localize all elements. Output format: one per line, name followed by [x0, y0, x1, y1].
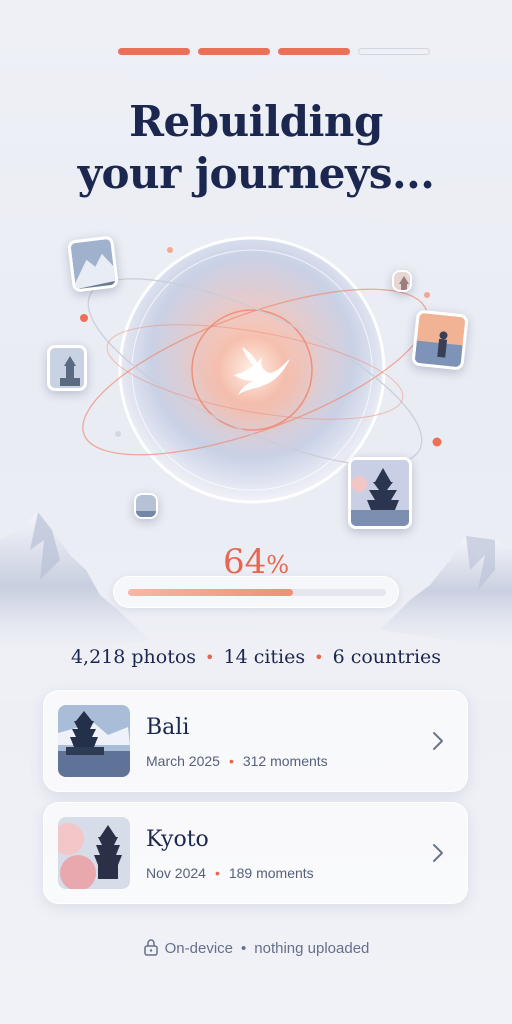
page-title: Rebuilding your journeys...	[0, 96, 512, 200]
step-2-complete	[198, 48, 270, 55]
trip-date: Nov 2024	[146, 865, 206, 881]
trip-thumbnail-kyoto	[58, 817, 130, 889]
trip-card-kyoto[interactable]: Kyoto Nov 2024 • 189 moments	[43, 802, 468, 904]
title-line-1: Rebuilding	[129, 97, 383, 146]
stats-summary: 4,218 photos • 14 cities • 6 countries	[0, 646, 512, 668]
trip-moments: 189 moments	[228, 865, 314, 881]
floating-photo-tiny	[134, 493, 158, 519]
orb-illustration	[40, 220, 480, 540]
title-line-2: your journeys...	[77, 149, 435, 198]
step-4-pending	[358, 48, 430, 55]
floating-photo-pagoda	[348, 457, 412, 529]
trip-moments: 312 moments	[242, 753, 328, 769]
trip-date: March 2025	[146, 753, 220, 769]
progress-bar	[113, 576, 399, 608]
progress-symbol: %	[266, 551, 290, 579]
trip-thumbnail-bali	[58, 705, 130, 777]
progress-track	[128, 589, 386, 596]
stat-separator: •	[314, 648, 324, 667]
floating-photo-temple-small	[47, 345, 87, 391]
step-1-complete	[118, 48, 190, 55]
meta-separator: •	[228, 753, 234, 769]
trip-name: Kyoto	[146, 827, 209, 852]
stat-photos: 4,218 photos	[70, 646, 197, 668]
lock-icon	[143, 939, 158, 956]
privacy-left: On-device	[164, 940, 233, 957]
privacy-note: On-device • nothing uploaded	[0, 938, 512, 957]
trip-meta: March 2025 • 312 moments	[146, 753, 328, 769]
floating-photo-shrine-tiny	[392, 270, 412, 292]
chevron-right-icon	[433, 844, 443, 862]
trip-card-bali[interactable]: Bali March 2025 • 312 moments	[43, 690, 468, 792]
step-3-complete	[278, 48, 350, 55]
meta-separator: •	[214, 865, 220, 881]
trip-name: Bali	[146, 715, 190, 740]
trip-meta: Nov 2024 • 189 moments	[146, 865, 314, 881]
stat-separator: •	[205, 648, 215, 667]
footer-separator: •	[241, 940, 247, 957]
chevron-right-icon	[433, 732, 443, 750]
stat-countries: 6 countries	[332, 646, 442, 668]
progress-fill	[128, 589, 294, 596]
floating-photo-hiker	[411, 309, 469, 371]
stat-cities: 14 cities	[223, 646, 306, 668]
privacy-right: nothing uploaded	[254, 940, 370, 957]
step-indicator	[118, 48, 430, 55]
floating-photo-mountain	[67, 235, 119, 293]
